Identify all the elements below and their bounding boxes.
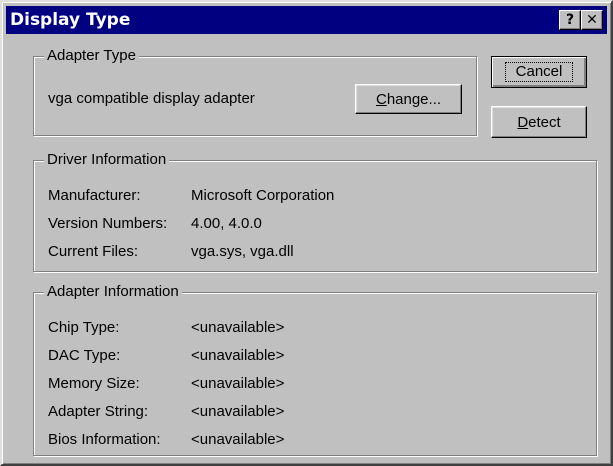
change-button[interactable]: Change... [355, 84, 462, 114]
chip-type-key: Chip Type: [48, 319, 120, 336]
bios-information-value: <unavailable> [191, 431, 285, 448]
version-numbers-value: 4.00, 4.0.0 [191, 215, 262, 232]
version-numbers-key: Version Numbers: [48, 215, 168, 232]
cancel-button[interactable]: Cancel [491, 56, 587, 88]
adapter-information-label: Adapter Information [44, 282, 182, 302]
cancel-label: Cancel [504, 62, 574, 82]
detect-label: etect [528, 113, 561, 131]
memory-size-key: Memory Size: [48, 375, 140, 392]
adapter-type-value: vga compatible display adapter [48, 90, 255, 107]
manufacturer-key: Manufacturer: [48, 187, 141, 204]
manufacturer-value: Microsoft Corporation [191, 187, 335, 204]
window-title: Display Type [10, 10, 131, 30]
detect-button[interactable]: Detect [491, 106, 587, 138]
adapter-string-key: Adapter String: [48, 403, 149, 420]
close-button[interactable]: ✕ [581, 10, 603, 30]
adapter-information-group: Adapter Information Chip Type: <unavaila… [33, 282, 597, 456]
bios-information-key: Bios Information: [48, 431, 161, 448]
current-files-value: vga.sys, vga.dll [191, 243, 294, 260]
driver-information-label: Driver Information [44, 150, 170, 170]
current-files-key: Current Files: [48, 243, 139, 260]
dac-type-value: <unavailable> [191, 347, 285, 364]
dac-type-key: DAC Type: [48, 347, 121, 364]
display-type-dialog: Display Type ? ✕ Adapter Type vga compat… [0, 0, 613, 466]
driver-information-group: Driver Information Manufacturer: Microso… [33, 150, 597, 272]
adapter-type-group: Adapter Type vga compatible display adap… [33, 46, 477, 136]
detect-mnemonic: D [517, 113, 529, 131]
change-mnemonic: C [375, 90, 387, 108]
memory-size-value: <unavailable> [191, 375, 285, 392]
adapter-type-label: Adapter Type [44, 46, 139, 66]
help-button[interactable]: ? [559, 10, 581, 30]
adapter-string-value: <unavailable> [191, 403, 285, 420]
change-label: hange... [386, 90, 442, 108]
chip-type-value: <unavailable> [191, 319, 285, 336]
title-bar[interactable]: Display Type ? ✕ [6, 6, 607, 34]
